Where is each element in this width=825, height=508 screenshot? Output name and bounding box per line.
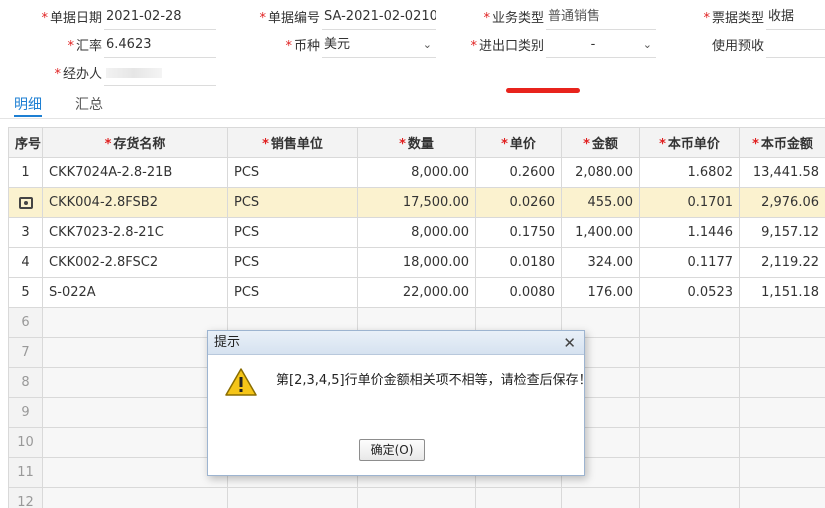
cell-price[interactable]: 0.0180 bbox=[475, 247, 562, 278]
cell-name[interactable]: S-022A bbox=[42, 277, 228, 308]
row-seq: 1 bbox=[8, 157, 43, 188]
doc-no-field[interactable]: SA-2021-02-0210 bbox=[322, 6, 436, 30]
cell-local-price[interactable]: 1.6802 bbox=[639, 157, 740, 188]
cell-qty[interactable]: 18,000.00 bbox=[357, 247, 476, 278]
currency-value: 美元 bbox=[324, 37, 351, 52]
column-header-seq[interactable]: 序号 bbox=[8, 127, 43, 158]
cell-amount[interactable]: 1,400.00 bbox=[561, 217, 640, 248]
column-header-unit[interactable]: * 销售单位 bbox=[227, 127, 358, 158]
table-row-selected[interactable]: CKK004-2.8FSB2 PCS 17,500.00 0.0260 455.… bbox=[8, 187, 825, 218]
cell-amount[interactable]: 176.00 bbox=[561, 277, 640, 308]
tab-summary[interactable]: 汇总 bbox=[75, 95, 103, 117]
cell-name[interactable]: CKK7024A-2.8-21B bbox=[42, 157, 228, 188]
cell-unit[interactable]: PCS bbox=[227, 217, 358, 248]
cell-price[interactable]: 0.0260 bbox=[475, 187, 562, 218]
row-seq: 11 bbox=[8, 457, 43, 488]
import-export-value: - bbox=[590, 37, 596, 52]
table-row[interactable]: 1 CKK7024A-2.8-21B PCS 8,000.00 0.2600 2… bbox=[8, 157, 825, 188]
handler-field[interactable] bbox=[104, 62, 216, 86]
cell-price[interactable]: 0.2600 bbox=[475, 157, 562, 188]
row-seq: 9 bbox=[8, 397, 43, 428]
dialog-title-bar[interactable]: 提示 ✕ bbox=[208, 331, 584, 355]
import-export-label: * 进出口类别 bbox=[470, 39, 544, 54]
chevron-down-icon[interactable]: ⌄ bbox=[423, 34, 432, 56]
tab-bar: 明细 汇总 bbox=[0, 93, 825, 119]
empty-row[interactable]: 12 bbox=[8, 487, 825, 508]
column-header-local-price[interactable]: * 本币单价 bbox=[639, 127, 740, 158]
cell-qty[interactable]: 8,000.00 bbox=[357, 217, 476, 248]
chevron-down-icon[interactable]: ⌄ bbox=[643, 34, 652, 56]
close-icon[interactable]: ✕ bbox=[563, 331, 576, 355]
cell-local-amount[interactable]: 2,119.22 bbox=[739, 247, 825, 278]
cell-qty[interactable]: 22,000.00 bbox=[357, 277, 476, 308]
biz-type-label: * 业务类型 bbox=[483, 11, 544, 26]
cell-unit[interactable]: PCS bbox=[227, 187, 358, 218]
cell-local-price[interactable]: 0.1177 bbox=[639, 247, 740, 278]
doc-date-field[interactable]: 2021-02-28 bbox=[104, 6, 216, 30]
table-row[interactable]: 4 CKK002-2.8FSC2 PCS 18,000.00 0.0180 32… bbox=[8, 247, 825, 278]
cell-local-amount[interactable]: 13,441.58 bbox=[739, 157, 825, 188]
cell-amount[interactable]: 2,080.00 bbox=[561, 157, 640, 188]
column-header-amount[interactable]: * 金额 bbox=[561, 127, 640, 158]
warning-icon bbox=[225, 368, 257, 396]
doc-date-label: * 单据日期 bbox=[41, 11, 102, 26]
cell-price[interactable]: 0.1750 bbox=[475, 217, 562, 248]
column-header-local-amount[interactable]: * 本币金额 bbox=[739, 127, 825, 158]
cell-local-price[interactable]: 1.1446 bbox=[639, 217, 740, 248]
cell-qty[interactable]: 17,500.00 bbox=[357, 187, 476, 218]
alert-dialog: 提示 ✕ 第[2,3,4,5]行单价金额相关项不相等，请检查后保存！ 确定(O) bbox=[207, 330, 592, 476]
row-seq: 7 bbox=[8, 337, 43, 368]
cell-name[interactable]: CKK002-2.8FSC2 bbox=[42, 247, 228, 278]
cell-qty[interactable]: 8,000.00 bbox=[357, 157, 476, 188]
row-seq: 4 bbox=[8, 247, 43, 278]
currency-select[interactable]: 美元 ⌄ bbox=[322, 34, 436, 58]
use-advance-label: 使用预收 bbox=[711, 39, 764, 54]
currency-label: * 币种 bbox=[285, 39, 320, 54]
cell-name[interactable]: CKK004-2.8FSB2 bbox=[42, 187, 228, 218]
row-seq: 12 bbox=[8, 487, 43, 508]
cell-unit[interactable]: PCS bbox=[227, 247, 358, 278]
cell-local-price[interactable]: 0.0523 bbox=[639, 277, 740, 308]
table-header-row: 序号 * 存货名称 * 销售单位 * 数量 * 单价 * 金额 * 本币单价 * 本币金额 bbox=[8, 127, 825, 158]
row-settings-icon[interactable] bbox=[18, 196, 33, 209]
column-header-name[interactable]: * 存货名称 bbox=[42, 127, 228, 158]
dialog-title: 提示 bbox=[214, 335, 241, 350]
dialog-message: 第[2,3,4,5]行单价金额相关项不相等，请检查后保存！ bbox=[276, 373, 592, 388]
tab-detail[interactable]: 明细 bbox=[14, 95, 42, 117]
cell-local-price[interactable]: 0.1701 bbox=[639, 187, 740, 218]
table-row[interactable]: 3 CKK7023-2.8-21C PCS 8,000.00 0.1750 1,… bbox=[8, 217, 825, 248]
redacted-name bbox=[106, 67, 162, 78]
row-settings-cell[interactable] bbox=[8, 187, 43, 218]
row-seq: 8 bbox=[8, 367, 43, 398]
cell-local-amount[interactable]: 9,157.12 bbox=[739, 217, 825, 248]
cell-local-amount[interactable]: 1,151.18 bbox=[739, 277, 825, 308]
exchange-rate-field[interactable]: 6.4623 bbox=[104, 34, 216, 58]
ok-button[interactable]: 确定(O) bbox=[359, 439, 425, 461]
doc-no-label: * 单据编号 bbox=[259, 11, 320, 26]
ticket-type-field[interactable]: 收据 bbox=[766, 6, 825, 30]
use-advance-field[interactable] bbox=[766, 34, 825, 58]
column-header-price[interactable]: * 单价 bbox=[475, 127, 562, 158]
biz-type-field[interactable]: 普通销售 bbox=[546, 6, 656, 30]
row-seq: 6 bbox=[8, 307, 43, 338]
exchange-rate-label: * 汇率 bbox=[67, 39, 102, 54]
cell-unit[interactable]: PCS bbox=[227, 277, 358, 308]
cell-price[interactable]: 0.0080 bbox=[475, 277, 562, 308]
import-export-select[interactable]: - ⌄ bbox=[546, 34, 656, 58]
ticket-type-label: * 票据类型 bbox=[703, 11, 764, 26]
row-seq: 10 bbox=[8, 427, 43, 458]
row-seq: 3 bbox=[8, 217, 43, 248]
cell-amount[interactable]: 324.00 bbox=[561, 247, 640, 278]
row-seq: 5 bbox=[8, 277, 43, 308]
column-header-qty[interactable]: * 数量 bbox=[357, 127, 476, 158]
table-row[interactable]: 5 S-022A PCS 22,000.00 0.0080 176.00 0.0… bbox=[8, 277, 825, 308]
cell-local-amount[interactable]: 2,976.06 bbox=[739, 187, 825, 218]
cell-amount[interactable]: 455.00 bbox=[561, 187, 640, 218]
handler-label: * 经办人 bbox=[54, 67, 102, 82]
cell-unit[interactable]: PCS bbox=[227, 157, 358, 188]
cell-name[interactable]: CKK7023-2.8-21C bbox=[42, 217, 228, 248]
